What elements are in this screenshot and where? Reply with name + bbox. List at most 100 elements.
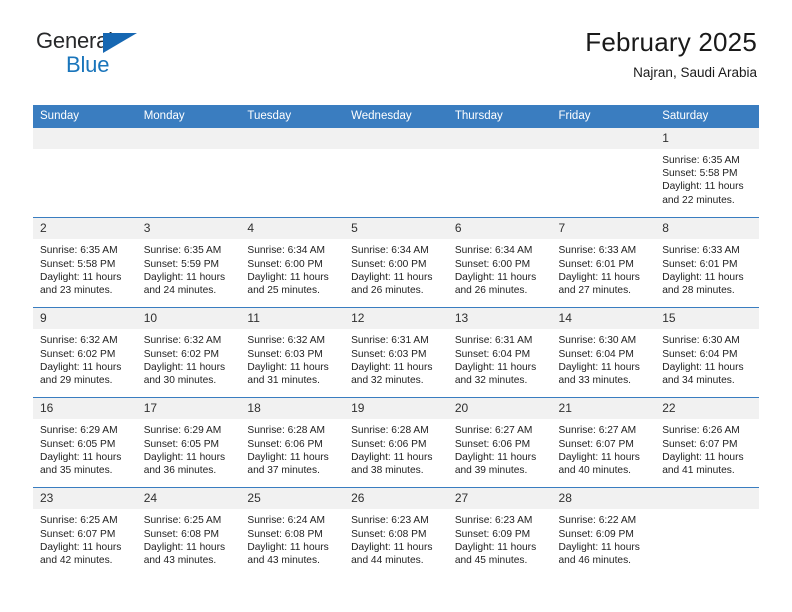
day-cell[interactable] — [33, 127, 137, 218]
sunrise-text: Sunrise: 6:25 AM — [143, 515, 222, 527]
page-subtitle-location: Najran, Saudi Arabia — [633, 64, 757, 80]
day-cell[interactable] — [136, 127, 241, 218]
day-cell[interactable] — [551, 127, 656, 218]
day-details: Sunrise: 6:33 AM Sunset: 6:01 PM Daylight:… — [552, 239, 656, 298]
day-details: Sunrise: 6:31 AM Sunset: 6:03 PM Daylight:… — [344, 329, 448, 388]
day-cell[interactable]: 22 Sunrise: 6:26 AM Sunset: 6:07 PM Dayligh… — [655, 397, 759, 488]
daylight-text-line1: Daylight: 11 hours — [454, 271, 537, 283]
day-details: Sunrise: 6:27 AM Sunset: 6:07 PM Daylight:… — [552, 419, 656, 478]
day-cell[interactable] — [655, 487, 759, 578]
daylight-text-line1: Daylight: 11 hours — [40, 361, 122, 373]
day-cell[interactable]: 24 Sunrise: 6:25 AM Sunset: 6:08 PM Dayligh… — [136, 487, 241, 578]
day-cell[interactable]: 16 Sunrise: 6:29 AM Sunset: 6:05 PM Dayligh… — [33, 397, 137, 488]
logo-text-general: General — [36, 28, 113, 53]
sunrise-text: Sunrise: 6:29 AM — [143, 425, 222, 437]
daylight-text-line2: and 40 minutes. — [558, 465, 632, 477]
sunset-text: Sunset: 6:03 PM — [247, 348, 323, 360]
daylight-text-line1: Daylight: 11 hours — [558, 451, 640, 463]
day-cell[interactable]: 18 Sunrise: 6:28 AM Sunset: 6:06 PM Dayligh… — [240, 397, 345, 488]
day-number: 1 — [655, 127, 759, 149]
daylight-text-line1: Daylight: 11 hours — [662, 451, 744, 463]
day-number: 15 — [655, 308, 759, 330]
sunset-text: Sunset: 6:06 PM — [247, 438, 323, 450]
day-cell[interactable]: 4 Sunrise: 6:34 AM Sunset: 6:00 PM Daylight… — [240, 217, 345, 308]
day-number — [551, 127, 656, 149]
day-cell[interactable]: 17 Sunrise: 6:29 AM Sunset: 6:05 PM Dayligh… — [136, 397, 241, 488]
sunrise-text: Sunrise: 6:22 AM — [558, 515, 637, 527]
day-cell[interactable]: 27 Sunrise: 6:23 AM Sunset: 6:09 PM Dayligh… — [447, 487, 552, 578]
daylight-text-line2: and 32 minutes. — [454, 375, 528, 387]
day-details: Sunrise: 6:34 AM Sunset: 6:00 PM Daylight:… — [240, 239, 344, 298]
sunset-text: Sunset: 6:00 PM — [351, 258, 427, 270]
day-number — [136, 127, 241, 149]
sunset-text: Sunset: 6:07 PM — [40, 528, 116, 540]
day-cell[interactable]: 25 Sunrise: 6:24 AM Sunset: 6:08 PM Dayligh… — [240, 487, 345, 578]
day-details: Sunrise: 6:23 AM Sunset: 6:08 PM Daylight:… — [344, 509, 448, 568]
day-number: 4 — [240, 218, 345, 240]
day-cell[interactable] — [447, 127, 552, 218]
day-cell[interactable]: 1 Sunrise: 6:35 AM Sunset: 5:58 PM Daylight… — [655, 127, 759, 218]
daylight-text-line2: and 31 minutes. — [247, 375, 320, 387]
day-number — [33, 127, 137, 149]
day-number: 20 — [447, 398, 552, 420]
sunset-text: Sunset: 6:08 PM — [143, 528, 220, 540]
sunrise-text: Sunrise: 6:34 AM — [454, 245, 533, 257]
day-cell[interactable]: 23 Sunrise: 6:25 AM Sunset: 6:07 PM Dayligh… — [33, 487, 137, 578]
sunset-text: Sunset: 6:07 PM — [558, 438, 634, 450]
day-details: Sunrise: 6:22 AM Sunset: 6:09 PM Daylight:… — [552, 509, 656, 568]
day-cell[interactable]: 2 Sunrise: 6:35 AM Sunset: 5:58 PM Daylight… — [33, 217, 137, 308]
day-cell[interactable]: 11 Sunrise: 6:32 AM Sunset: 6:03 PM Dayligh… — [240, 307, 345, 398]
day-number: 10 — [136, 308, 241, 330]
day-cell[interactable]: 5 Sunrise: 6:34 AM Sunset: 6:00 PM Daylight… — [344, 217, 448, 308]
day-cell[interactable]: 14 Sunrise: 6:30 AM Sunset: 6:04 PM Dayligh… — [551, 307, 656, 398]
sunset-text: Sunset: 6:04 PM — [454, 348, 531, 360]
day-cell[interactable]: 21 Sunrise: 6:27 AM Sunset: 6:07 PM Dayligh… — [551, 397, 656, 488]
weekday-header-saturday: Saturday — [655, 105, 759, 128]
daylight-text-line1: Daylight: 11 hours — [351, 451, 433, 463]
day-cell[interactable]: 15 Sunrise: 6:30 AM Sunset: 6:04 PM Dayligh… — [655, 307, 759, 398]
day-details: Sunrise: 6:23 AM Sunset: 6:09 PM Daylight:… — [448, 509, 552, 568]
day-number: 24 — [136, 488, 241, 510]
daylight-text-line1: Daylight: 11 hours — [662, 271, 744, 283]
day-cell[interactable]: 20 Sunrise: 6:27 AM Sunset: 6:06 PM Dayligh… — [447, 397, 552, 488]
day-details: Sunrise: 6:28 AM Sunset: 6:06 PM Daylight:… — [240, 419, 344, 478]
day-cell[interactable]: 26 Sunrise: 6:23 AM Sunset: 6:08 PM Dayligh… — [344, 487, 448, 578]
day-cell[interactable]: 8 Sunrise: 6:33 AM Sunset: 6:01 PM Daylight… — [655, 217, 759, 308]
day-details: Sunrise: 6:25 AM Sunset: 6:07 PM Daylight:… — [33, 509, 137, 568]
calendar-header: Sunday Monday Tuesday Wednesday Thursday… — [33, 105, 759, 128]
daylight-text-line1: Daylight: 11 hours — [40, 541, 122, 553]
day-cell[interactable]: 6 Sunrise: 6:34 AM Sunset: 6:00 PM Daylight… — [447, 217, 552, 308]
page-title: February 2025 — [585, 27, 757, 57]
general-blue-logo[interactable]: General Blue — [36, 30, 216, 82]
weekday-header-wednesday: Wednesday — [344, 105, 448, 128]
sunrise-text: Sunrise: 6:25 AM — [40, 515, 118, 527]
day-cell[interactable] — [240, 127, 345, 218]
day-number: 21 — [551, 398, 656, 420]
sunrise-text: Sunrise: 6:31 AM — [454, 335, 533, 347]
day-details: Sunrise: 6:27 AM Sunset: 6:06 PM Daylight:… — [448, 419, 552, 478]
day-cell[interactable]: 19 Sunrise: 6:28 AM Sunset: 6:06 PM Dayligh… — [344, 397, 448, 488]
day-cell[interactable]: 9 Sunrise: 6:32 AM Sunset: 6:02 PM Daylight… — [33, 307, 137, 398]
day-number — [447, 127, 552, 149]
day-cell[interactable] — [344, 127, 448, 218]
day-cell[interactable]: 12 Sunrise: 6:31 AM Sunset: 6:03 PM Dayligh… — [344, 307, 448, 398]
daylight-text-line2: and 43 minutes. — [247, 555, 320, 567]
logo-top-row: General — [36, 30, 216, 56]
daylight-text-line2: and 22 minutes. — [662, 194, 735, 206]
sunset-text: Sunset: 6:01 PM — [558, 258, 634, 270]
day-cell[interactable]: 7 Sunrise: 6:33 AM Sunset: 6:01 PM Daylight… — [551, 217, 656, 308]
day-cell[interactable]: 28 Sunrise: 6:22 AM Sunset: 6:09 PM Dayligh… — [551, 487, 656, 578]
day-number: 8 — [655, 218, 759, 240]
day-cell[interactable]: 10 Sunrise: 6:32 AM Sunset: 6:02 PM Dayligh… — [136, 307, 241, 398]
daylight-text-line1: Daylight: 11 hours — [454, 361, 537, 373]
day-details: Sunrise: 6:32 AM Sunset: 6:03 PM Daylight:… — [240, 329, 344, 388]
day-number: 9 — [33, 308, 137, 330]
day-details: Sunrise: 6:31 AM Sunset: 6:04 PM Daylight:… — [448, 329, 552, 388]
day-details: Sunrise: 6:29 AM Sunset: 6:05 PM Daylight:… — [33, 419, 137, 478]
sunrise-text: Sunrise: 6:27 AM — [558, 425, 637, 437]
day-cell[interactable]: 3 Sunrise: 6:35 AM Sunset: 5:59 PM Daylight… — [136, 217, 241, 308]
day-cell[interactable]: 13 Sunrise: 6:31 AM Sunset: 6:04 PM Dayligh… — [447, 307, 552, 398]
sunrise-text: Sunrise: 6:32 AM — [143, 335, 222, 347]
sunrise-text: Sunrise: 6:33 AM — [662, 245, 740, 257]
daylight-text-line1: Daylight: 11 hours — [247, 451, 329, 463]
